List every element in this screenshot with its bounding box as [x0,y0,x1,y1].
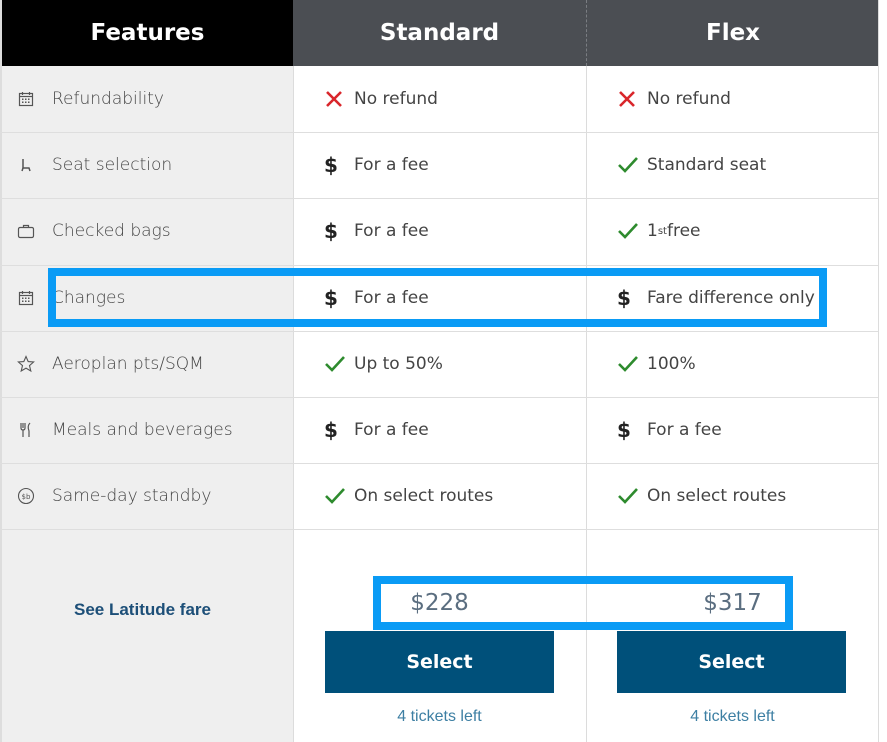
seat-icon [0,157,52,173]
dollar-icon: $ [324,418,338,442]
dollar-icon: $ [324,286,338,310]
flex-tickets-left: 4 tickets left [690,708,775,725]
cross-icon [617,89,641,109]
row-divider [0,529,878,530]
header-standard: Standard [293,0,586,66]
flex-cell-text: For a fee [647,420,722,440]
standard-cell-text: On select routes [354,486,494,506]
feature-row: Checked bags [0,198,293,264]
select-flex-button[interactable]: Select [617,631,846,693]
standard-tickets-left: 4 tickets left [397,708,482,725]
feature-label: Same-day standby [52,486,212,506]
see-latitude-fare-link[interactable]: See Latitude fare [0,600,285,620]
standard-price: $228 [410,590,469,616]
standby-icon: $b [0,487,52,505]
standard-cell: $ For a fee [293,265,586,331]
standard-cell-text: Up to 50% [354,354,443,374]
flex-cell-superscript: st [657,225,667,237]
calendar-icon [0,91,52,107]
feature-label: Refundability [52,89,164,109]
flex-cell-text: 1 [647,221,658,241]
dollar-icon: $ [617,286,631,310]
fare-comparison-table: Features Standard Flex Refundability No r… [0,0,887,742]
standard-cell: No refund [293,66,586,132]
feature-label: Checked bags [52,221,171,241]
star-icon [0,355,52,373]
check-icon [617,156,641,174]
standard-cell: $ For a fee [293,198,586,264]
svg-text:$b: $b [22,493,31,501]
standard-cell: $ For a fee [293,132,586,198]
flex-cell: On select routes [586,463,879,529]
feature-row: Aeroplan pts/SQM [0,331,293,397]
feature-label: Meals and beverages [52,420,233,440]
dollar-icon: $ [617,418,631,442]
feature-row: Changes [0,265,293,331]
feature-label: Changes [52,288,126,308]
standard-cell: Up to 50% [293,331,586,397]
flex-cell: Standard seat [586,132,879,198]
feature-row: $b Same-day standby [0,463,293,529]
calendar-icon [0,290,52,306]
feature-row: Meals and beverages [0,397,293,463]
flex-cell-text: Standard seat [647,155,767,175]
check-icon [617,222,641,240]
dollar-icon: $ [324,153,338,177]
flex-cell: No refund [586,66,879,132]
feature-label: Seat selection [52,155,173,175]
standard-cell: $ For a fee [293,397,586,463]
cross-icon [324,89,348,109]
flex-cell: 100% [586,331,879,397]
flex-cell: 1st free [586,198,879,264]
standard-cell-text: For a fee [354,288,429,308]
bag-icon [0,223,52,239]
flex-cell-text-after: free [666,221,701,241]
scroll-edge [878,0,887,742]
standard-cell-text: No refund [354,89,438,109]
feature-row: Seat selection [0,132,293,198]
flex-cell: $ For a fee [586,397,879,463]
standard-cell: On select routes [293,463,586,529]
feature-row: Refundability [0,66,293,132]
header-features: Features [0,0,293,66]
flex-price: $317 [703,590,762,616]
check-icon [617,487,641,505]
flex-cell-text: Fare difference only [647,288,815,308]
flex-cell: $ Fare difference only [586,265,879,331]
check-icon [617,355,641,373]
standard-cell-text: For a fee [354,221,429,241]
standard-cell-text: For a fee [354,155,429,175]
flex-cell-text: On select routes [647,486,787,506]
check-icon [324,355,348,373]
flex-cell-text: No refund [647,89,731,109]
feature-label: Aeroplan pts/SQM [52,354,204,374]
fork-knife-icon [0,422,52,438]
flex-cell-text: 100% [647,354,696,374]
select-standard-button[interactable]: Select [325,631,554,693]
check-icon [324,487,348,505]
standard-cell-text: For a fee [354,420,429,440]
dollar-icon: $ [324,219,338,243]
header-flex: Flex [586,0,879,66]
